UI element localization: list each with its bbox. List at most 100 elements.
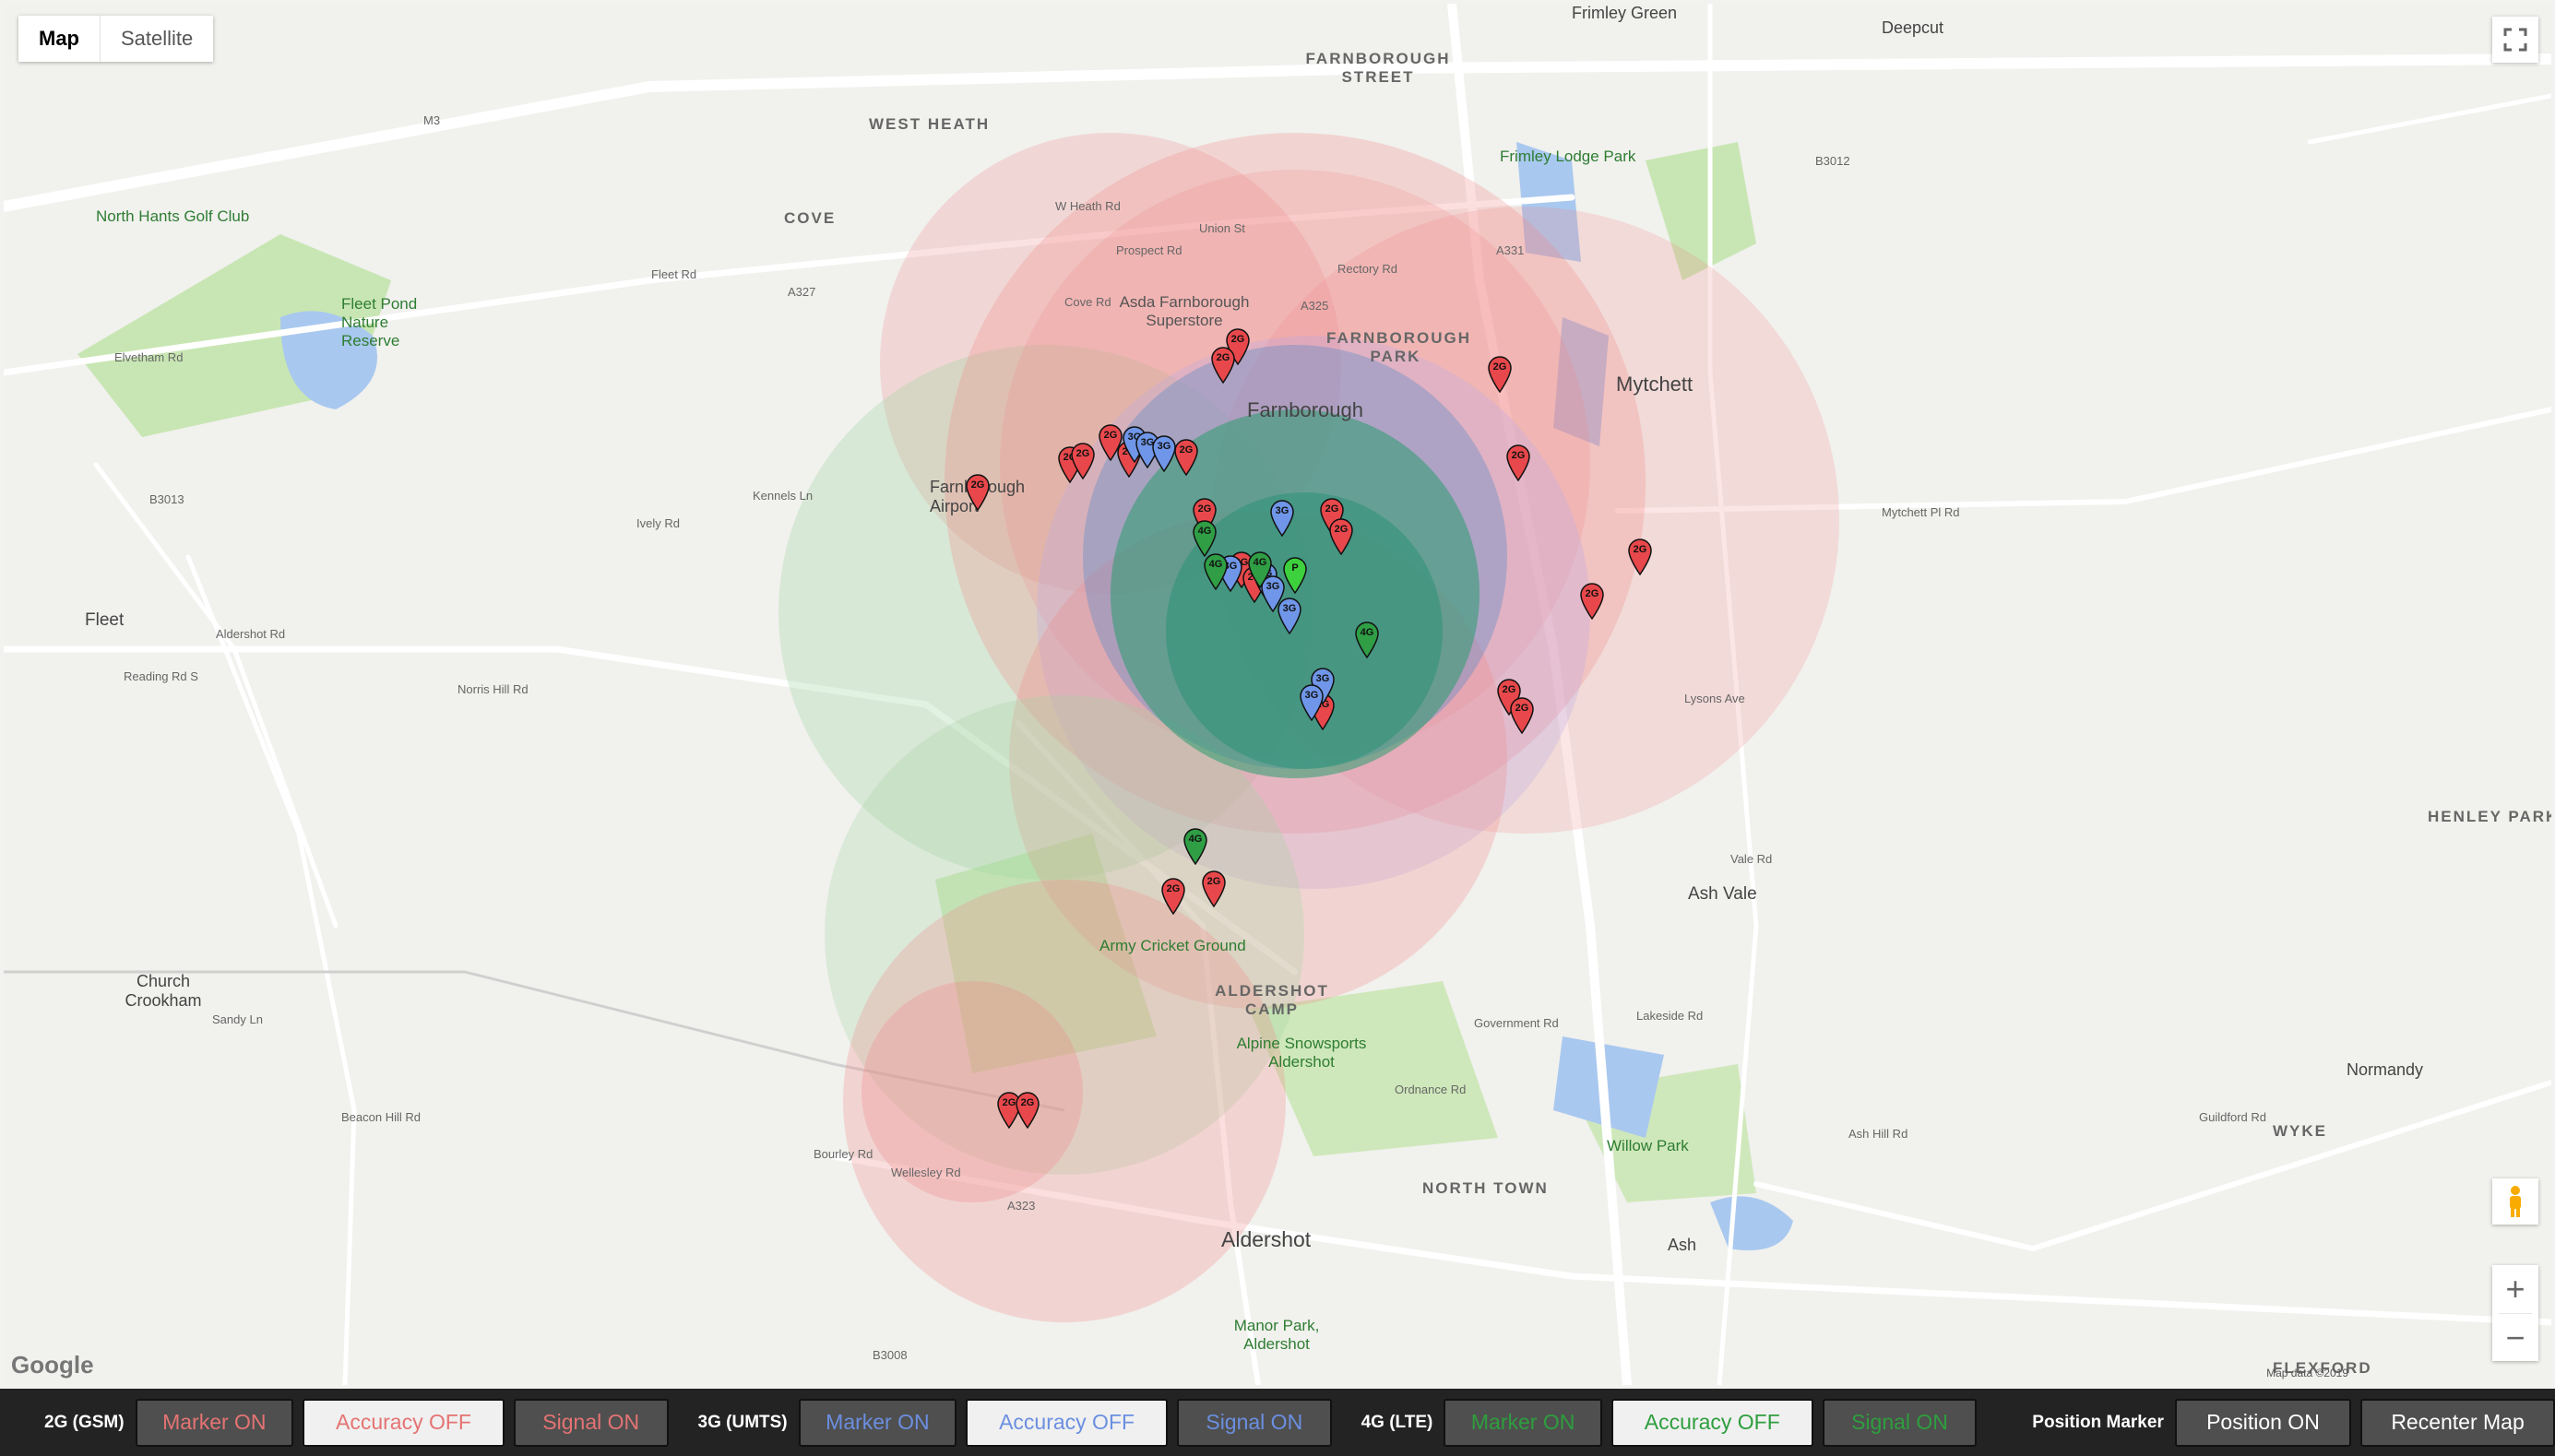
umts-signal-button[interactable]: Signal ON (1176, 1398, 1332, 1447)
cell-marker-2g[interactable]: 2G (1016, 1092, 1040, 1129)
poi-label-army-cricket-ground: Army Cricket Ground (1099, 937, 1246, 954)
marker-label: 2G (1585, 588, 1599, 599)
road-label: Lakeside Rd (1636, 1009, 1704, 1023)
area-label-aldershot-camp: ALDERSHOT CAMP (1215, 982, 1329, 1018)
cell-marker-4g[interactable]: 4G (1204, 553, 1228, 590)
marker-label: 3G (1315, 673, 1330, 684)
cell-marker-4g[interactable]: 4G (1248, 551, 1272, 588)
pegman-icon (2510, 1186, 2521, 1217)
cell-marker-3g[interactable]: 3G (1152, 435, 1176, 472)
marker-label: 4G (1208, 559, 1223, 570)
cell-marker-2g[interactable]: 2G (1580, 583, 1604, 620)
cell-marker-2g[interactable]: 2G (966, 474, 990, 511)
poi-label-alpine-snowsports: Alpine Snowsports Aldershot (1236, 1035, 1367, 1071)
road-label: M3 (423, 113, 441, 127)
cell-marker-4g[interactable]: 4G (1183, 828, 1207, 865)
marker-label: 2G (1511, 450, 1526, 461)
map-type-map-button[interactable]: Map (18, 16, 101, 62)
poi-label-fleet-pond: Fleet Pond Nature Reserve (341, 295, 418, 349)
road-label: A323 (1007, 1199, 1036, 1213)
cell-marker-3g[interactable]: 3G (1270, 500, 1294, 537)
area-label-farnborough-street: FARNBOROUGH STREET (1305, 50, 1451, 86)
road-label: B3008 (873, 1348, 908, 1362)
area-label-cove: COVE (784, 209, 837, 227)
road-label: A327 (788, 285, 816, 299)
marker-label: 2G (1515, 703, 1529, 714)
road-label: Norris Hill Rd (458, 682, 529, 696)
marker-label: 2G (970, 479, 985, 491)
marker-label: 2G (1020, 1097, 1035, 1108)
area-label-farnborough-park: FARNBOROUGH PARK (1326, 329, 1472, 365)
marker-label: 2G (1179, 444, 1194, 456)
town-label-frimley-green: Frimley Green (1572, 4, 1678, 22)
town-label-fleet: Fleet (85, 610, 125, 630)
cell-marker-4g[interactable]: 4G (1193, 520, 1217, 557)
gsm-accuracy-button[interactable]: Accuracy OFF (303, 1398, 505, 1447)
cell-marker-2g[interactable]: 2G (1161, 878, 1185, 915)
gsm-label: 2G (GSM) (44, 1412, 125, 1432)
road-label: Cove Rd (1064, 295, 1111, 309)
google-logo: Google (11, 1351, 94, 1379)
road-label: Wellesley Rd (891, 1166, 961, 1179)
poi-label-frimley-lodge-park: Frimley Lodge Park (1500, 148, 1636, 165)
marker-label: 2G (1206, 876, 1221, 887)
cell-marker-2g[interactable]: 2G (1202, 870, 1226, 907)
position-toggle-button[interactable]: Position ON (2174, 1398, 2352, 1447)
marker-label: 2G (1230, 334, 1245, 345)
cell-marker-3g[interactable]: 3G (1300, 684, 1324, 721)
town-label-ash-vale: Ash Vale (1688, 884, 1757, 904)
lte-accuracy-button[interactable]: Accuracy OFF (1610, 1398, 1813, 1447)
road-label: Bourley Rd (814, 1147, 873, 1161)
area-label-west-heath: WEST HEATH (869, 115, 991, 133)
position-marker-label: Position Marker (2032, 1412, 2164, 1432)
poi-label-willow-park: Willow Park (1607, 1137, 1689, 1154)
marker-label: 4G (1253, 557, 1267, 568)
marker-label: 4G (1197, 526, 1212, 537)
gsm-signal-button[interactable]: Signal ON (513, 1398, 669, 1447)
road-label: B3012 (1815, 154, 1850, 168)
umts-accuracy-button[interactable]: Accuracy OFF (966, 1398, 1168, 1447)
cell-marker-2g[interactable]: 2G (1510, 697, 1534, 734)
town-label-normandy: Normandy (2347, 1060, 2424, 1079)
lte-label: 4G (LTE) (1361, 1412, 1433, 1432)
lte-signal-button[interactable]: Signal ON (1822, 1398, 1978, 1447)
marker-label: 2G (1334, 524, 1349, 535)
road-label: Ash Hill Rd (1848, 1127, 1908, 1141)
lte-marker-button[interactable]: Marker ON (1444, 1398, 1602, 1447)
zoom-out-button[interactable]: − (2499, 1314, 2532, 1362)
town-label-church-crookham: Church Crookham (125, 972, 202, 1010)
cell-marker-4g[interactable]: 4G (1355, 621, 1379, 658)
gsm-marker-button[interactable]: Marker ON (135, 1398, 294, 1447)
road-label: A325 (1301, 299, 1329, 313)
fullscreen-button[interactable] (2492, 17, 2538, 63)
road-label: W Heath Rd (1055, 199, 1121, 213)
road-label: Lysons Ave (1684, 692, 1745, 705)
area-label-north-town: NORTH TOWN (1422, 1179, 1549, 1197)
road-label: Government Rd (1474, 1016, 1559, 1030)
map-type-satellite-button[interactable]: Satellite (101, 16, 213, 62)
town-label-deepcut: Deepcut (1882, 18, 1944, 37)
map-canvas[interactable]: WEST HEATH COVE FARNBOROUGH STREET FARNB… (4, 4, 2551, 1385)
recenter-map-button[interactable]: Recenter Map (2360, 1398, 2555, 1447)
street-view-pegman-button[interactable] (2492, 1178, 2538, 1225)
cell-marker-2g[interactable]: 2G (1506, 444, 1530, 481)
umts-marker-button[interactable]: Marker ON (798, 1398, 957, 1447)
road-label: Beacon Hill Rd (341, 1110, 421, 1124)
cell-marker-3g[interactable]: 3G (1278, 598, 1301, 634)
marker-label: 2G (1103, 430, 1118, 441)
zoom-in-button[interactable]: + (2499, 1265, 2532, 1314)
road-label: Sandy Ln (212, 1012, 263, 1026)
cell-marker-2g[interactable]: 2G (1628, 539, 1652, 575)
cell-marker-2g[interactable]: 2G (1488, 356, 1512, 393)
cell-marker-2g[interactable]: 2G (1071, 443, 1095, 479)
road-label: Prospect Rd (1116, 243, 1182, 257)
road-label: Union St (1199, 221, 1245, 235)
cell-marker-2g[interactable]: 2G (1211, 347, 1235, 384)
cell-marker-2g[interactable]: 2G (1174, 439, 1198, 476)
town-label-farnborough-airport: Farnborough Airport (930, 478, 1025, 515)
cell-marker-2g[interactable]: 2G (1329, 518, 1353, 555)
road-label: B3013 (149, 492, 184, 506)
cell-marker-p[interactable]: P (1283, 557, 1307, 594)
map-attribution: Map data ©2019 (2266, 1367, 2348, 1379)
area-label-henley-park: HENLEY PARK (2428, 808, 2551, 825)
